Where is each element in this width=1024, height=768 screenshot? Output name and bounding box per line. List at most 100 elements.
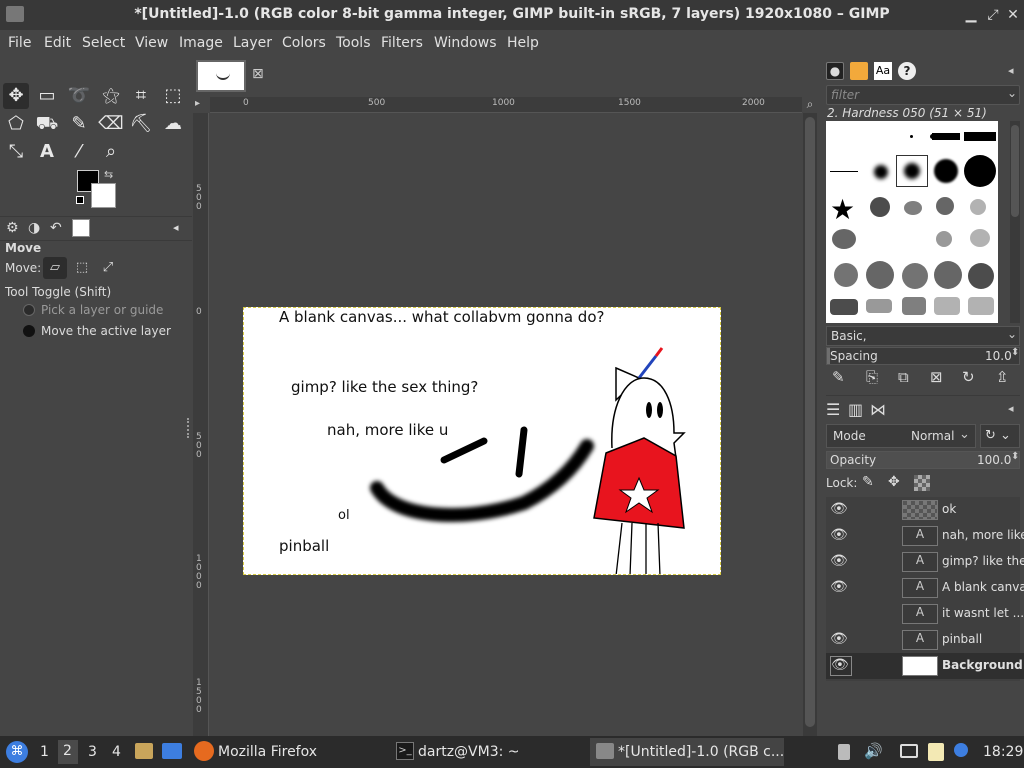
layers-panel-menu-icon[interactable]: ◂ xyxy=(1008,402,1014,415)
spin-icon[interactable]: ⬍ xyxy=(1011,347,1019,358)
firefox-task[interactable]: Mozilla Firefox xyxy=(218,744,317,760)
menu-edit[interactable]: Edit xyxy=(44,35,71,51)
tool-options-tab-icon[interactable]: ⚙ xyxy=(6,220,19,236)
unified-transform-icon[interactable]: ⬚ xyxy=(160,83,186,109)
paintbrush-icon[interactable]: ✎ xyxy=(66,111,92,137)
menu-select[interactable]: Select xyxy=(82,35,125,51)
zoom-icon[interactable]: ⌕ xyxy=(98,139,124,165)
close-image-tab-icon[interactable]: ⊠ xyxy=(252,66,264,82)
images-tab-icon[interactable] xyxy=(72,219,90,237)
move-layer-mode-icon[interactable]: ▱ xyxy=(43,257,67,279)
start-menu-icon[interactable]: ⌘ xyxy=(6,741,28,763)
pick-layer-radio[interactable] xyxy=(23,304,35,316)
lasso-icon[interactable]: ➰ xyxy=(66,83,92,109)
workspace-3[interactable]: 3 xyxy=(88,744,97,760)
move-tool-icon[interactable]: ✥ xyxy=(3,83,29,109)
show-desktop-icon[interactable] xyxy=(162,743,182,759)
visibility-eye-icon[interactable]: 👁 xyxy=(830,501,852,517)
lock-pixels-icon[interactable]: ✎ xyxy=(862,474,874,490)
layer-row[interactable]: 👁 ok xyxy=(826,497,1024,523)
bucket-fill-icon[interactable]: ⛟ xyxy=(34,111,60,137)
visibility-eye-icon[interactable]: 👁 xyxy=(830,579,852,595)
layer-row[interactable]: 👁 A it wasnt let ... xyxy=(826,601,1024,627)
brush-preset-dropdown[interactable]: Basic, ⌄ xyxy=(826,326,1020,346)
image-canvas[interactable]: A blank canvas... what collabvm gonna do… xyxy=(243,307,721,575)
undo-history-tab-icon[interactable]: ↶ xyxy=(50,220,62,236)
volume-icon[interactable]: 🔊 xyxy=(864,742,883,760)
eraser-icon[interactable]: ⌫ xyxy=(98,111,124,137)
smudge-icon[interactable]: ☁ xyxy=(160,111,186,137)
new-brush-icon[interactable]: ⎘ xyxy=(866,368,878,386)
opacity-slider[interactable]: Opacity 100.0 ⬍ xyxy=(826,451,1020,469)
notification-icon[interactable] xyxy=(954,743,968,757)
ruler-menu-icon[interactable]: ▸ xyxy=(195,98,208,111)
layer-row-selected[interactable]: 👁 Background xyxy=(826,653,1024,679)
lock-alpha-icon[interactable] xyxy=(914,475,930,491)
help-tab-icon[interactable]: ? xyxy=(898,62,916,80)
rect-select-icon[interactable]: ▭ xyxy=(34,83,60,109)
lock-position-icon[interactable]: ✥ xyxy=(888,474,900,490)
panel-menu-icon[interactable]: ◂ xyxy=(173,221,179,234)
notes-icon[interactable] xyxy=(928,743,944,761)
brushes-tab-icon[interactable]: ● xyxy=(826,62,844,80)
zoom-navigate-icon[interactable]: ⌕ xyxy=(802,97,818,113)
brush-scrollbar[interactable] xyxy=(1010,121,1020,323)
paths-icon[interactable]: ⤡ xyxy=(3,139,29,165)
swap-colors-icon[interactable]: ⇆ xyxy=(104,168,113,181)
delete-brush-icon[interactable]: ⊠ xyxy=(930,368,943,386)
filter-dropdown-icon[interactable]: ⌄ xyxy=(1007,86,1017,100)
layers-tab-icon[interactable]: ☰ xyxy=(826,400,840,419)
visibility-eye-icon[interactable]: 👁 xyxy=(830,656,852,676)
fuzzy-select-icon[interactable]: ⚝ xyxy=(98,83,124,109)
image-tab-thumbnail[interactable] xyxy=(196,60,246,92)
menu-layer[interactable]: Layer xyxy=(233,35,272,51)
network-icon[interactable] xyxy=(900,744,918,758)
menu-colors[interactable]: Colors xyxy=(282,35,326,51)
workspace-2[interactable]: 2 xyxy=(58,740,78,764)
color-picker-icon[interactable]: ⁄ xyxy=(66,139,92,165)
close-icon[interactable]: ✕ xyxy=(1004,6,1022,24)
text-tool-icon[interactable]: A xyxy=(34,139,60,165)
default-colors-icon[interactable] xyxy=(76,196,84,204)
clone-icon[interactable]: ⛏ xyxy=(128,111,154,137)
layer-mode-dropdown[interactable]: Mode Normal ⌄ xyxy=(826,424,976,448)
move-active-radio[interactable] xyxy=(23,325,35,337)
patterns-tab-icon[interactable] xyxy=(850,62,868,80)
brush-filter-field[interactable]: filter ⌄ xyxy=(826,85,1020,105)
move-selection-mode-icon[interactable]: ⬚ xyxy=(70,257,94,279)
minimize-icon[interactable]: ▁ xyxy=(962,6,980,24)
menu-windows[interactable]: Windows xyxy=(434,35,497,51)
layer-row[interactable]: 👁 A A blank canva xyxy=(826,575,1024,601)
composite-mode-button[interactable]: ↻ ⌄ xyxy=(980,424,1020,448)
spacing-slider[interactable]: Spacing 10.0 ⬍ xyxy=(826,347,1020,365)
clipboard-icon[interactable] xyxy=(838,744,850,760)
layer-row[interactable]: 👁 A nah, more like xyxy=(826,523,1024,549)
brushes-panel-menu-icon[interactable]: ◂ xyxy=(1008,64,1014,77)
workspace-1[interactable]: 1 xyxy=(40,744,49,760)
refresh-brushes-icon[interactable]: ↻ xyxy=(962,368,975,386)
menu-tools[interactable]: Tools xyxy=(336,35,371,51)
menu-help[interactable]: Help xyxy=(507,35,539,51)
duplicate-brush-icon[interactable]: ⧉ xyxy=(898,368,909,386)
scrollbar-thumb[interactable] xyxy=(805,117,815,727)
move-path-mode-icon[interactable]: ⤢ xyxy=(96,257,120,279)
file-manager-icon[interactable] xyxy=(135,743,153,759)
fonts-tab-icon[interactable]: Aa xyxy=(874,62,892,80)
menu-file[interactable]: File xyxy=(8,35,31,51)
gimp-task[interactable]: *[Untitled]-1.0 (RGB c... xyxy=(618,744,784,760)
background-color[interactable] xyxy=(91,183,116,208)
edit-brush-icon[interactable]: ✎ xyxy=(832,368,845,386)
layer-row[interactable]: 👁 A gimp? like the xyxy=(826,549,1024,575)
maximize-icon[interactable]: ⤢ xyxy=(984,6,1002,24)
paths-tab-icon[interactable]: ⋈ xyxy=(870,400,886,419)
menu-image[interactable]: Image xyxy=(179,35,223,51)
visibility-eye-icon[interactable]: 👁 xyxy=(830,527,852,543)
terminal-task[interactable]: dartz@VM3: ~ xyxy=(418,744,520,760)
menu-filters[interactable]: Filters xyxy=(381,35,423,51)
workspace-4[interactable]: 4 xyxy=(112,744,121,760)
layer-row[interactable]: 👁 A pinball xyxy=(826,627,1024,653)
open-brush-icon[interactable]: ⇫ xyxy=(996,368,1009,386)
visibility-eye-icon[interactable]: 👁 xyxy=(830,553,852,569)
crop-icon[interactable]: ⌗ xyxy=(128,83,154,109)
channels-tab-icon[interactable]: ▥ xyxy=(848,400,863,419)
